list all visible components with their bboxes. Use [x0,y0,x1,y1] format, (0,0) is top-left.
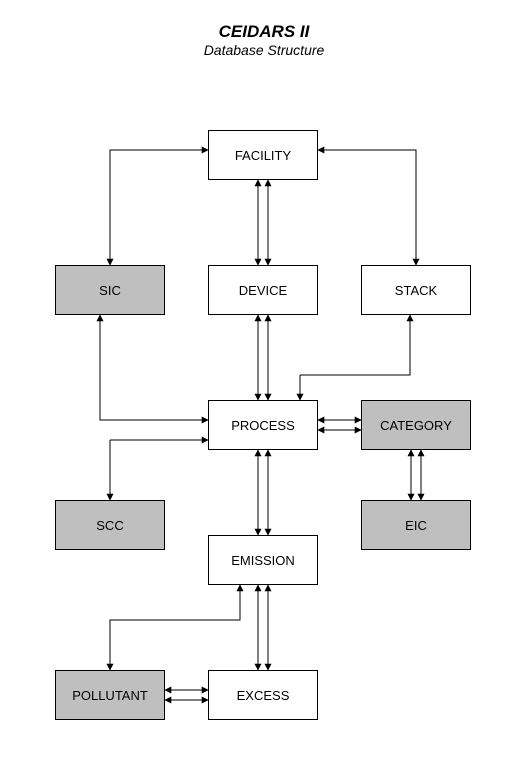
node-eic: EIC [361,500,471,550]
node-label: EXCESS [237,688,290,703]
diagram-page: CEIDARS II Database Structure FACILITY S… [0,0,528,768]
node-facility: FACILITY [208,130,318,180]
node-label: DEVICE [239,283,287,298]
node-label: FACILITY [235,148,291,163]
node-process: PROCESS [208,400,318,450]
page-title: CEIDARS II [0,22,528,42]
node-stack: STACK [361,265,471,315]
node-label: CATEGORY [380,418,452,433]
node-label: POLLUTANT [72,688,148,703]
node-pollutant: POLLUTANT [55,670,165,720]
node-scc: SCC [55,500,165,550]
node-device: DEVICE [208,265,318,315]
node-label: PROCESS [231,418,295,433]
node-category: CATEGORY [361,400,471,450]
node-label: EMISSION [231,553,295,568]
node-excess: EXCESS [208,670,318,720]
node-label: STACK [395,283,437,298]
node-label: EIC [405,518,427,533]
node-emission: EMISSION [208,535,318,585]
node-sic: SIC [55,265,165,315]
page-subtitle: Database Structure [0,42,528,58]
node-label: SCC [96,518,123,533]
node-label: SIC [99,283,121,298]
connectors-layer [0,0,528,768]
